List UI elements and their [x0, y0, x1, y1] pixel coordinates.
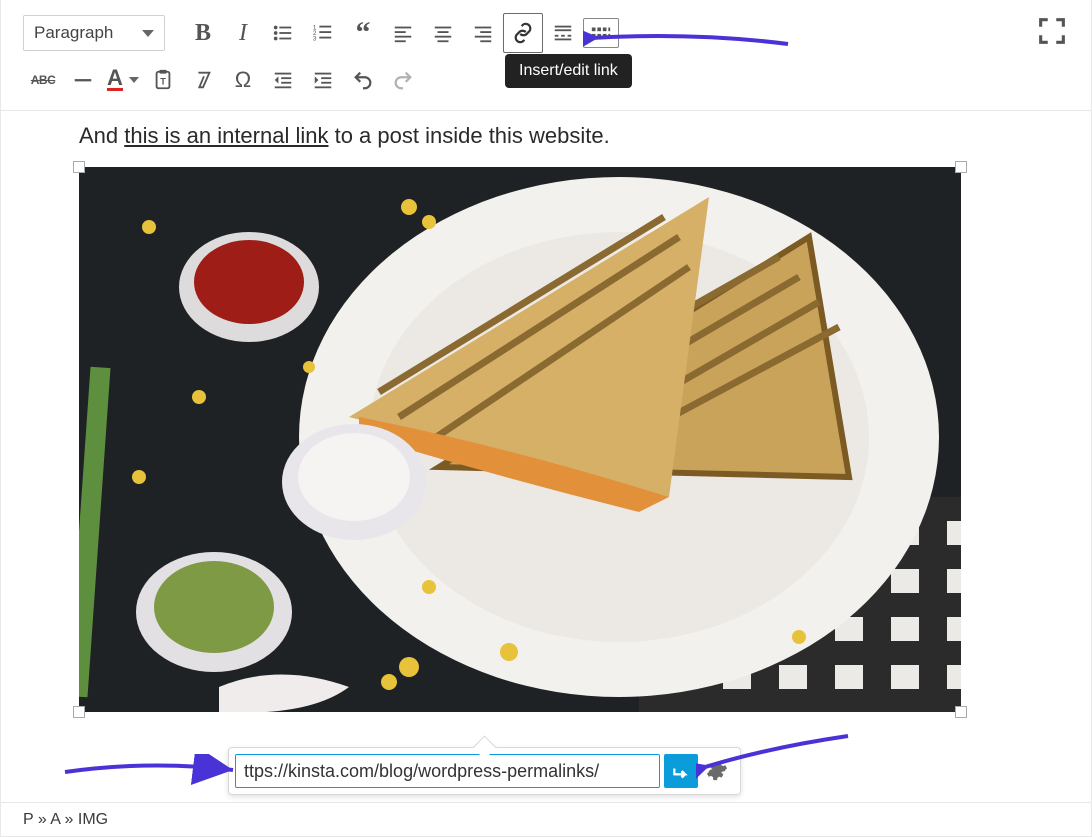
text-color-letter: A: [107, 69, 123, 91]
align-center-button[interactable]: [423, 13, 463, 53]
classic-editor: Paragraph B I 123 “: [0, 0, 1092, 837]
fullscreen-button[interactable]: [1035, 14, 1069, 48]
indent-button[interactable]: [303, 60, 343, 100]
align-left-button[interactable]: [383, 13, 423, 53]
resize-handle-tr[interactable]: [955, 161, 967, 173]
svg-text:3: 3: [313, 35, 317, 42]
element-path[interactable]: P » A » IMG: [23, 811, 108, 829]
clear-format-button[interactable]: [183, 60, 223, 100]
numbered-list-icon: 123: [312, 22, 334, 44]
annotation-arrow-left: [61, 754, 241, 788]
redo-icon: [392, 69, 414, 91]
bulleted-list-button[interactable]: [263, 13, 303, 53]
bold-button[interactable]: B: [183, 13, 223, 53]
link-tooltip: Insert/edit link: [505, 54, 632, 88]
link-url-input[interactable]: [235, 754, 660, 788]
toolbar-toggle-button[interactable]: [583, 18, 619, 48]
bulleted-list-icon: [272, 22, 294, 44]
editor-status-bar: P » A » IMG: [1, 802, 1091, 836]
fullscreen-icon: [1035, 14, 1069, 48]
special-char-button[interactable]: Ω: [223, 60, 263, 100]
format-select-value: Paragraph: [34, 23, 113, 43]
svg-text:T: T: [160, 77, 166, 87]
horizontal-rule-button[interactable]: [63, 60, 103, 100]
redo-button[interactable]: [383, 60, 423, 100]
gear-icon: [706, 760, 728, 782]
read-more-button[interactable]: [543, 13, 583, 53]
indent-icon: [312, 69, 334, 91]
strikethrough-button[interactable]: ABC: [23, 60, 63, 100]
align-right-button[interactable]: [463, 13, 503, 53]
editor-toolbar: Paragraph B I 123 “: [1, 0, 1091, 111]
outdent-button[interactable]: [263, 60, 303, 100]
apply-link-button[interactable]: [664, 754, 698, 788]
align-right-icon: [472, 22, 494, 44]
resize-handle-br[interactable]: [955, 706, 967, 718]
internal-link[interactable]: this is an internal link: [124, 123, 328, 148]
undo-icon: [352, 69, 374, 91]
resize-handle-tl[interactable]: [73, 161, 85, 173]
italic-button[interactable]: I: [223, 13, 263, 53]
link-icon: [512, 22, 534, 44]
apply-icon: [671, 761, 691, 781]
read-more-icon: [552, 22, 574, 44]
caret-down-icon: [142, 30, 154, 37]
paste-text-button[interactable]: T: [143, 60, 183, 100]
text-color-button[interactable]: A: [103, 60, 143, 100]
outdent-icon: [272, 69, 294, 91]
horizontal-rule-icon: [72, 69, 94, 91]
editor-content[interactable]: And this is an internal link to a post i…: [1, 111, 1091, 712]
resize-handle-bl[interactable]: [73, 706, 85, 718]
link-inline-popover: [228, 747, 741, 795]
align-left-icon: [392, 22, 414, 44]
numbered-list-button[interactable]: 123: [303, 13, 343, 53]
clear-format-icon: [192, 69, 214, 91]
toolbar-toggle-icon: [590, 22, 612, 44]
link-button[interactable]: [503, 13, 543, 53]
toolbar-row-1: Paragraph B I 123 “: [23, 10, 1069, 56]
content-image[interactable]: [79, 167, 961, 712]
link-settings-button[interactable]: [700, 754, 734, 788]
format-select[interactable]: Paragraph: [23, 15, 165, 51]
paste-text-icon: T: [152, 69, 174, 91]
paragraph-text[interactable]: And this is an internal link to a post i…: [79, 123, 1069, 149]
selected-image[interactable]: [79, 167, 961, 712]
undo-button[interactable]: [343, 60, 383, 100]
align-center-icon: [432, 22, 454, 44]
blockquote-button[interactable]: “: [343, 13, 383, 53]
caret-down-icon: [129, 77, 139, 83]
